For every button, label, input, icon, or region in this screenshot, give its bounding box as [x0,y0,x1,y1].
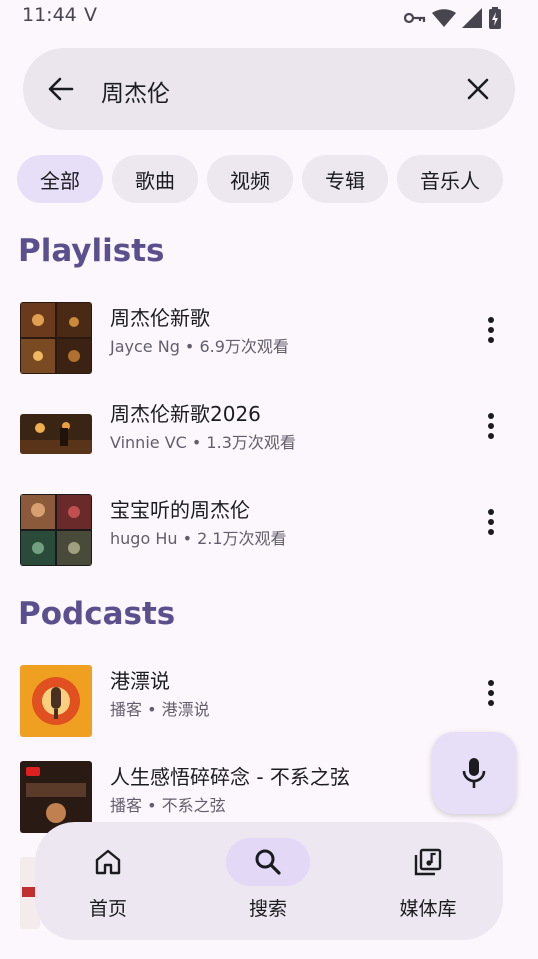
chip-artists[interactable]: 音乐人 [397,155,503,203]
list-item[interactable]: 宝宝听的周杰伦 hugo Hu • 2.1万次观看 [0,482,538,578]
podcast-thumbnail [20,665,92,737]
chip-videos[interactable]: 视频 [207,155,293,203]
chip-all[interactable]: 全部 [17,155,103,203]
item-subtitle: Vinnie VC • 1.3万次观看 [110,433,296,452]
section-title-playlists: Playlists [18,233,165,269]
nav-label: 首页 [88,898,127,920]
item-title: 周杰伦新歌2026 [110,402,261,426]
chip-songs[interactable]: 歌曲 [112,155,198,203]
playlist-thumbnail [20,414,92,454]
item-subtitle: 播客 • 不系之弦 [110,796,226,815]
bottom-navigation: 首页 搜索 媒体库 [35,822,503,940]
status-time: 11:44 [22,4,77,26]
nav-label: 搜索 [248,898,287,920]
back-arrow-icon[interactable] [45,73,77,105]
item-title: 宝宝听的周杰伦 [110,498,250,522]
nav-item-search[interactable]: 搜索 [208,822,328,940]
more-vert-icon[interactable] [480,508,502,536]
nav-label: 媒体库 [399,898,457,920]
search-input[interactable]: 周杰伦 [101,74,170,108]
carrier-icon: V [84,4,97,26]
voice-search-button[interactable] [432,732,516,814]
section-title-podcasts: Podcasts [18,596,176,632]
playlist-thumbnail [20,302,92,374]
item-subtitle: Jayce Ng • 6.9万次观看 [110,337,289,356]
more-vert-icon[interactable] [480,679,502,707]
more-vert-icon[interactable] [480,316,502,344]
list-item[interactable]: 周杰伦新歌 Jayce Ng • 6.9万次观看 [0,290,538,386]
cell-signal-icon [462,8,482,28]
mic-icon [462,758,486,788]
list-item[interactable]: 周杰伦新歌2026 Vinnie VC • 1.3万次观看 [0,386,538,482]
search-icon [255,849,281,875]
item-title: 港漂说 [110,669,170,693]
playlist-thumbnail [20,494,92,566]
vpn-key-icon [404,12,426,24]
item-title: 周杰伦新歌 [110,306,210,330]
item-subtitle: hugo Hu • 2.1万次观看 [110,529,287,548]
item-title: 人生感悟碎碎念 - 不系之弦 [110,765,350,789]
item-subtitle: 播客 • 港漂说 [110,700,210,719]
library-music-icon [414,848,442,876]
more-vert-icon[interactable] [480,412,502,440]
close-icon[interactable] [463,74,493,104]
battery-icon [489,7,501,29]
filter-chips: 全部 歌曲 视频 专辑 音乐人 [17,155,503,203]
nav-item-home[interactable]: 首页 [48,822,168,940]
chip-albums[interactable]: 专辑 [302,155,388,203]
nav-item-library[interactable]: 媒体库 [368,822,488,940]
status-icons [404,7,502,29]
home-icon [95,849,121,875]
wifi-icon [432,9,456,27]
status-bar: 11:44 V [0,0,538,34]
search-bar[interactable]: 周杰伦 [23,48,515,130]
